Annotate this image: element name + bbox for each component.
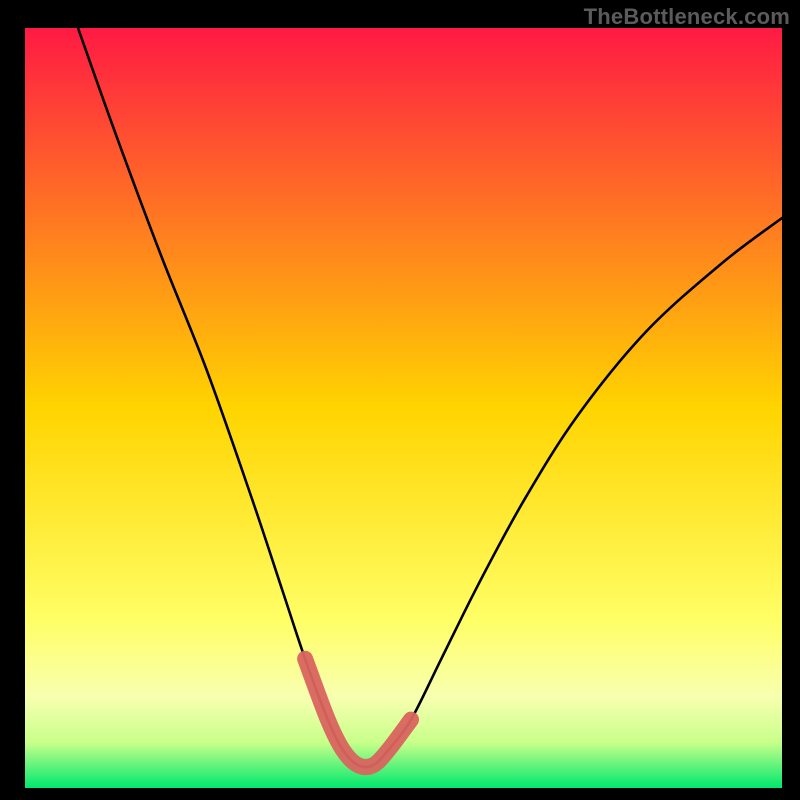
watermark-text: TheBottleneck.com: [584, 4, 790, 30]
chart-stage: TheBottleneck.com: [0, 0, 800, 800]
bottleneck-chart: [0, 0, 800, 800]
gradient-background: [25, 28, 782, 788]
